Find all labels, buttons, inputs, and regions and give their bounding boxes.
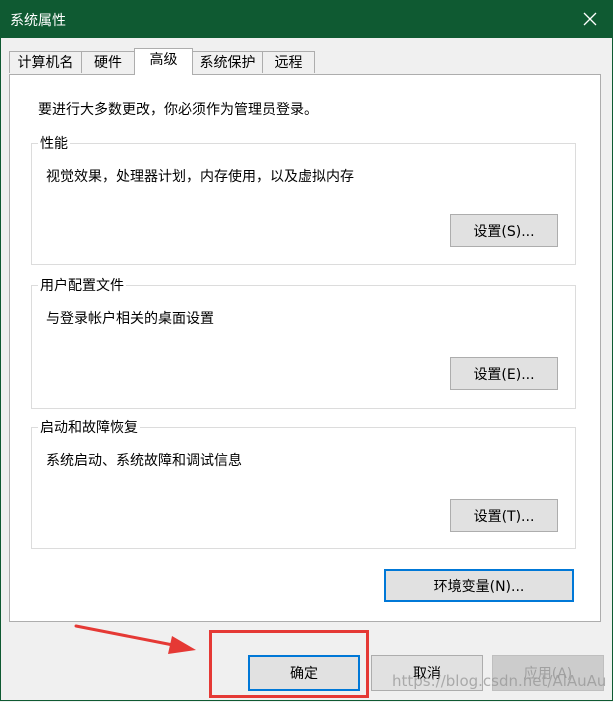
user-profiles-title: 用户配置文件 — [38, 275, 126, 295]
red-arrow-icon — [74, 624, 196, 654]
window-title: 系统属性 — [10, 13, 66, 29]
tab-system-protection[interactable]: 系统保护 — [192, 51, 263, 73]
advanced-panel: 要进行大多数更改，你必须作为管理员登录。 性能 视觉效果，处理器计划，内存使用，… — [9, 74, 601, 622]
startup-recovery-settings-button[interactable]: 设置(T)... — [450, 499, 558, 532]
tab-advanced[interactable]: 高级 — [134, 48, 193, 75]
performance-title: 性能 — [38, 133, 70, 153]
performance-desc: 视觉效果，处理器计划，内存使用，以及虚拟内存 — [46, 169, 354, 185]
startup-recovery-desc: 系统启动、系统故障和调试信息 — [46, 453, 242, 469]
tab-hardware[interactable]: 硬件 — [81, 51, 135, 73]
close-icon — [583, 12, 597, 26]
performance-settings-button[interactable]: 设置(S)... — [450, 214, 558, 247]
user-profiles-desc: 与登录帐户相关的桌面设置 — [46, 311, 214, 327]
close-button[interactable] — [567, 0, 613, 38]
admin-notice: 要进行大多数更改，你必须作为管理员登录。 — [38, 102, 318, 118]
user-profiles-settings-button[interactable]: 设置(E)... — [450, 357, 558, 390]
tab-computer-name[interactable]: 计算机名 — [9, 51, 82, 73]
user-profiles-group: 用户配置文件 与登录帐户相关的桌面设置 设置(E)... — [31, 275, 576, 409]
performance-group: 性能 视觉效果，处理器计划，内存使用，以及虚拟内存 设置(S)... — [31, 133, 576, 265]
tab-remote[interactable]: 远程 — [262, 51, 315, 73]
environment-variables-button[interactable]: 环境变量(N)... — [384, 569, 574, 602]
ok-button[interactable]: 确定 — [248, 655, 360, 691]
startup-recovery-group: 启动和故障恢复 系统启动、系统故障和调试信息 设置(T)... — [31, 417, 576, 549]
startup-recovery-title: 启动和故障恢复 — [38, 417, 140, 437]
title-bar: 系统属性 — [0, 0, 613, 38]
watermark: https://blog.csdn.net/AlAuAu — [392, 672, 607, 690]
